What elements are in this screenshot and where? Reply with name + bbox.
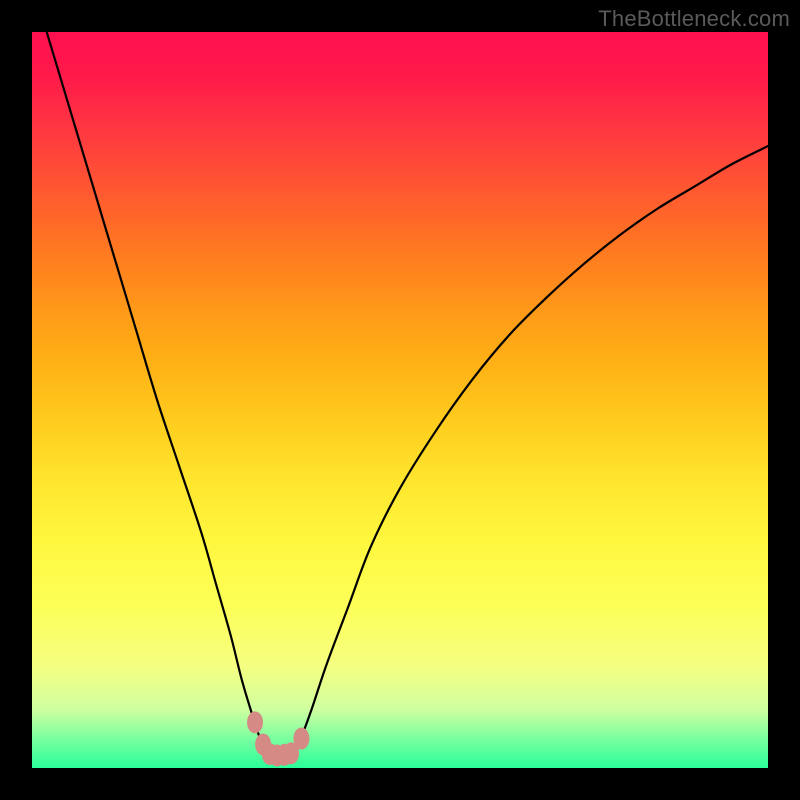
watermark-text: TheBottleneck.com bbox=[598, 6, 790, 32]
salmon-marker bbox=[247, 711, 263, 733]
bottleneck-curve-line bbox=[47, 32, 768, 755]
chart-plot-area bbox=[32, 32, 768, 768]
salmon-marker bbox=[293, 728, 309, 750]
chart-svg bbox=[32, 32, 768, 768]
salmon-marker-group bbox=[247, 711, 309, 766]
